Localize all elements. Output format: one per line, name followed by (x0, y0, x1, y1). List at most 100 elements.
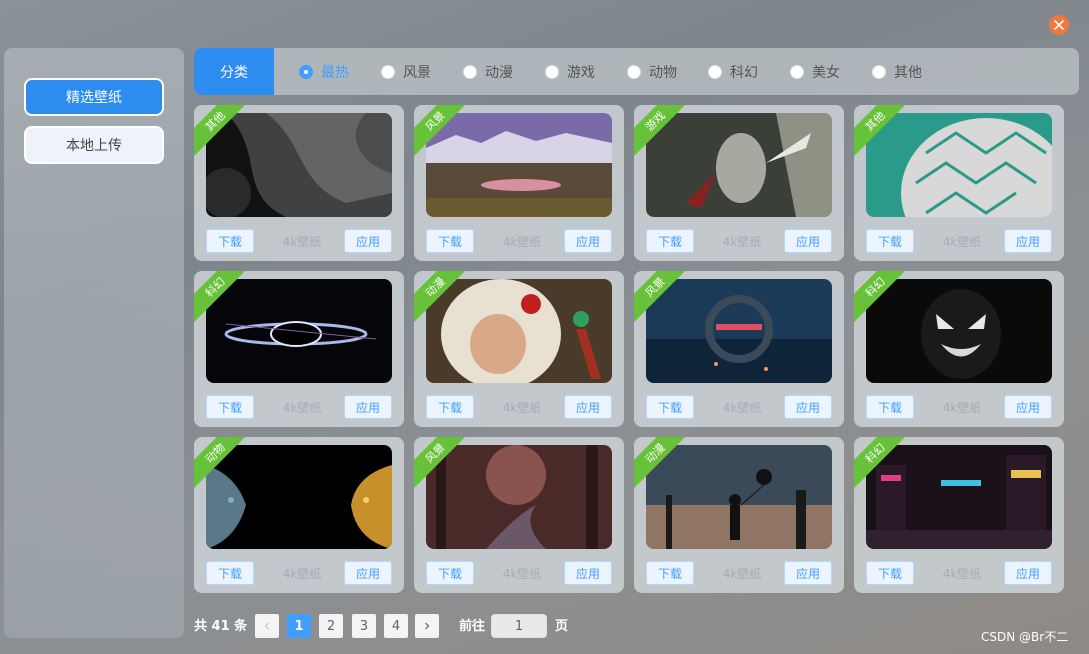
local-upload-button[interactable]: 本地上传 (24, 126, 164, 164)
category-radio-scifi[interactable]: 科幻 (708, 48, 758, 95)
goto-page-input[interactable] (491, 614, 547, 638)
category-title: 分类 (194, 48, 274, 95)
download-button[interactable]: 下载 (866, 395, 914, 419)
wallpaper-card: 风景 下载 4k壁纸 应用 (414, 437, 624, 593)
close-icon (1054, 20, 1064, 30)
apply-button[interactable]: 应用 (344, 395, 392, 419)
resolution-label: 4k壁纸 (942, 234, 982, 249)
category-radio-hot[interactable]: 最热 (299, 48, 349, 95)
resolution-label: 4k壁纸 (942, 566, 982, 581)
resolution-label: 4k壁纸 (502, 234, 542, 249)
resolution-label: 4k壁纸 (722, 234, 762, 249)
radio-dot-icon (708, 64, 722, 79)
radio-dot-icon (627, 64, 641, 79)
tag-ribbon: 科幻 (194, 271, 254, 326)
apply-button[interactable]: 应用 (564, 229, 612, 253)
apply-button[interactable]: 应用 (564, 561, 612, 585)
resolution-label: 4k壁纸 (502, 400, 542, 415)
tag-ribbon: 风景 (414, 105, 474, 160)
radio-label: 动漫 (485, 64, 513, 81)
apply-button[interactable]: 应用 (784, 561, 832, 585)
tag-ribbon: 动物 (194, 437, 254, 492)
tag-ribbon-wrap: 游戏 (634, 105, 694, 165)
download-button[interactable]: 下载 (646, 561, 694, 585)
tag-ribbon-wrap: 其他 (194, 105, 254, 165)
apply-button[interactable]: 应用 (1004, 395, 1052, 419)
page-button-4[interactable]: 4 (384, 614, 408, 638)
radio-label: 美女 (812, 64, 840, 81)
apply-button[interactable]: 应用 (784, 395, 832, 419)
next-page-button[interactable] (415, 614, 439, 638)
radio-dot-icon (463, 64, 477, 79)
featured-wallpaper-button[interactable]: 精选壁纸 (24, 78, 164, 116)
wallpaper-card: 动物 下载 4k壁纸 应用 (194, 437, 404, 593)
page-button-1[interactable]: 1 (287, 614, 311, 638)
download-button[interactable]: 下载 (206, 395, 254, 419)
tag-ribbon-wrap: 科幻 (854, 437, 914, 497)
download-button[interactable]: 下载 (206, 229, 254, 253)
tag-ribbon-wrap: 科幻 (854, 271, 914, 331)
wallpaper-card: 其他 下载 4k壁纸 应用 (854, 105, 1064, 261)
category-radio-other[interactable]: 其他 (872, 48, 922, 95)
tag-ribbon-wrap: 动漫 (414, 271, 474, 331)
wallpaper-card: 动漫 下载 4k壁纸 应用 (414, 271, 624, 427)
page-suffix-label: 页 (555, 619, 569, 634)
wallpaper-card: 其他 下载 4k壁纸 应用 (194, 105, 404, 261)
category-radio-game[interactable]: 游戏 (545, 48, 595, 95)
wallpaper-card: 风景 下载 4k壁纸 应用 (414, 105, 624, 261)
radio-label: 游戏 (567, 64, 595, 81)
prev-page-button[interactable] (255, 614, 279, 638)
resolution-label: 4k壁纸 (282, 234, 322, 249)
close-button[interactable] (1049, 15, 1069, 35)
radio-dot-icon (872, 64, 886, 79)
apply-button[interactable]: 应用 (1004, 229, 1052, 253)
tag-ribbon: 科幻 (854, 437, 914, 492)
download-button[interactable]: 下载 (646, 395, 694, 419)
tag-ribbon: 游戏 (634, 105, 694, 160)
resolution-label: 4k壁纸 (502, 566, 542, 581)
download-button[interactable]: 下载 (646, 229, 694, 253)
wallpaper-card: 游戏 下载 4k壁纸 应用 (634, 105, 844, 261)
category-radio-scenery[interactable]: 风景 (381, 48, 431, 95)
download-button[interactable]: 下载 (426, 561, 474, 585)
download-button[interactable]: 下载 (866, 561, 914, 585)
download-button[interactable]: 下载 (206, 561, 254, 585)
watermark: CSDN @Br不二 (981, 630, 1069, 644)
radio-label: 最热 (321, 64, 349, 81)
tag-ribbon: 动漫 (634, 437, 694, 492)
tag-ribbon-wrap: 风景 (414, 437, 474, 497)
apply-button[interactable]: 应用 (344, 229, 392, 253)
goto-label: 前往 (459, 619, 486, 634)
wallpaper-card: 风景 下载 4k壁纸 应用 (634, 271, 844, 427)
tag-ribbon: 风景 (414, 437, 474, 492)
download-button[interactable]: 下载 (426, 395, 474, 419)
page-button-2[interactable]: 2 (319, 614, 343, 638)
wallpaper-card: 科幻 下载 4k壁纸 应用 (194, 271, 404, 427)
page-button-3[interactable]: 3 (352, 614, 376, 638)
apply-button[interactable]: 应用 (344, 561, 392, 585)
apply-button[interactable]: 应用 (1004, 561, 1052, 585)
apply-button[interactable]: 应用 (564, 395, 612, 419)
tag-ribbon-wrap: 风景 (634, 271, 694, 331)
tag-ribbon: 科幻 (854, 271, 914, 326)
resolution-label: 4k壁纸 (722, 566, 762, 581)
category-bar: 分类 最热 风景 动漫 游戏 动物 科幻 美女 其他 (194, 48, 1079, 95)
download-button[interactable]: 下载 (426, 229, 474, 253)
radio-label: 其他 (894, 64, 922, 81)
apply-button[interactable]: 应用 (784, 229, 832, 253)
tag-ribbon-wrap: 动物 (194, 437, 254, 497)
wallpaper-card: 科幻 下载 4k壁纸 应用 (854, 271, 1064, 427)
resolution-label: 4k壁纸 (722, 400, 762, 415)
download-button[interactable]: 下载 (866, 229, 914, 253)
chevron-left-icon (264, 622, 269, 630)
radio-label: 风景 (403, 64, 431, 81)
category-radio-anime[interactable]: 动漫 (463, 48, 513, 95)
tag-ribbon-wrap: 其他 (854, 105, 914, 165)
tag-ribbon: 其他 (194, 105, 254, 160)
pagination-total: 共 41 条 (194, 619, 248, 634)
resolution-label: 4k壁纸 (942, 400, 982, 415)
radio-dot-icon (790, 64, 804, 79)
category-radio-beauty[interactable]: 美女 (790, 48, 840, 95)
category-radio-animal[interactable]: 动物 (627, 48, 677, 95)
radio-label: 科幻 (730, 64, 758, 81)
